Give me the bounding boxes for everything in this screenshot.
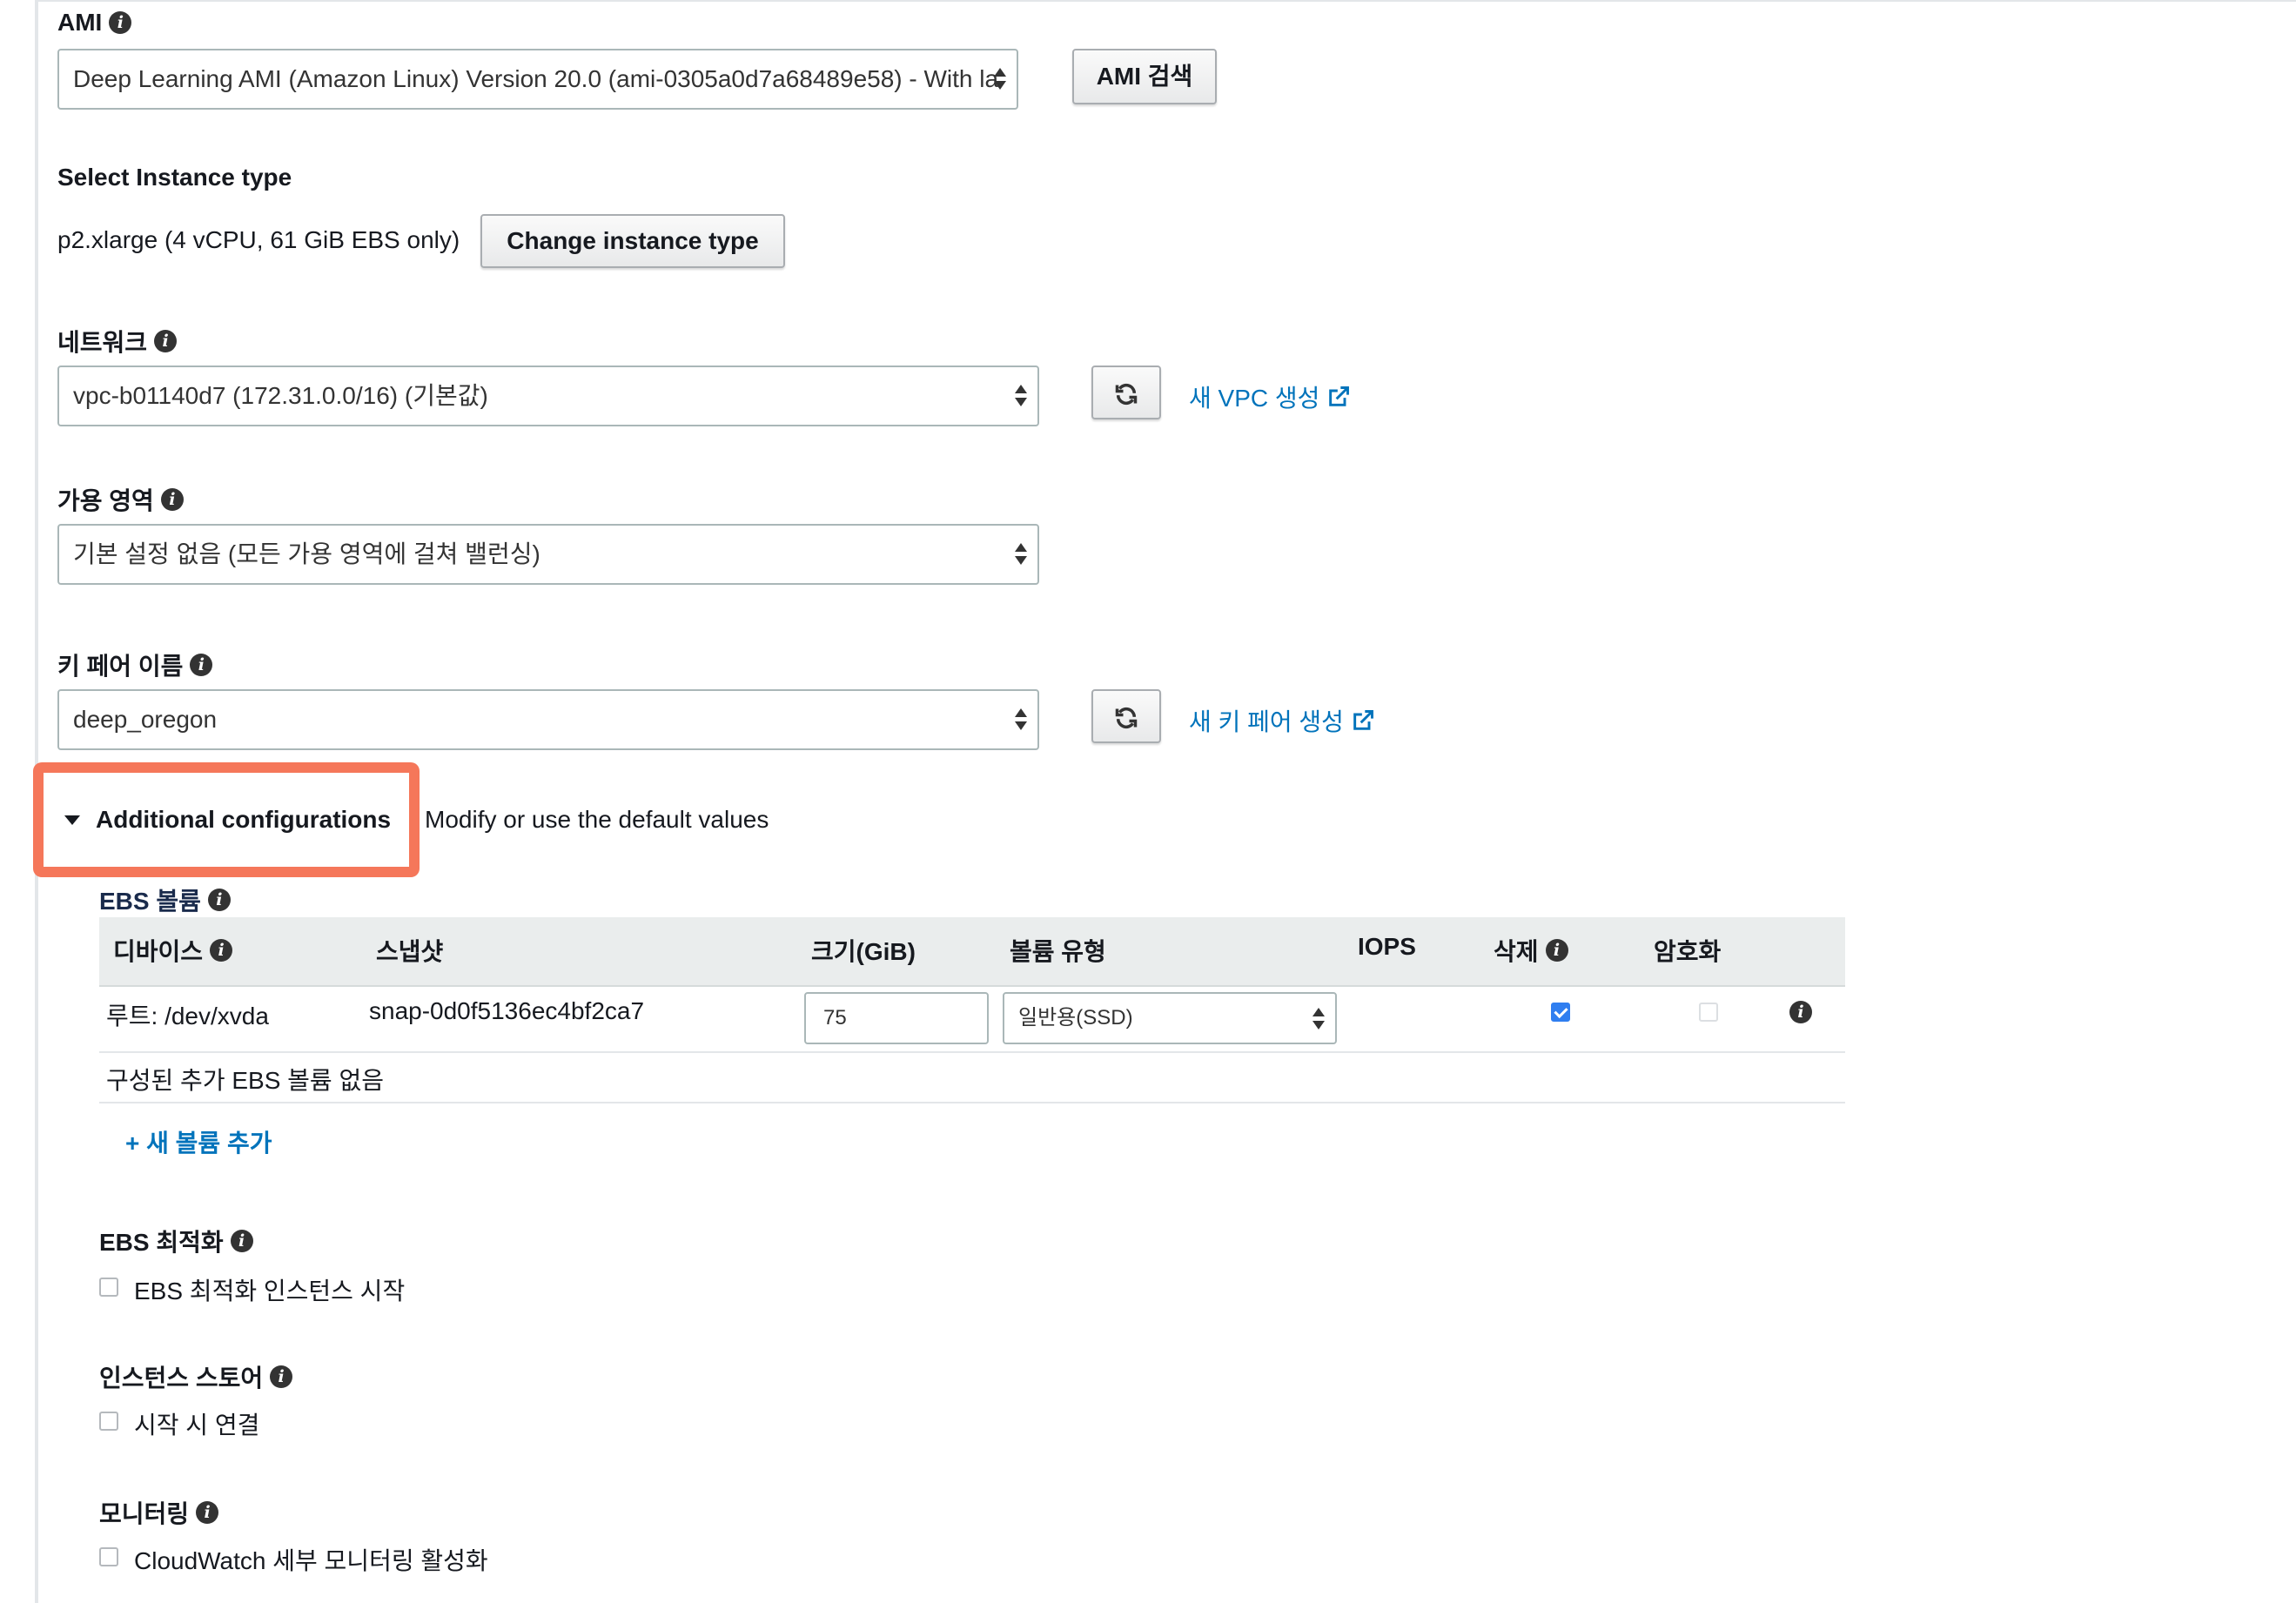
ebs-optimized-checkbox[interactable]: [99, 1278, 118, 1297]
ami-label: AMI i: [57, 9, 132, 37]
ebs-optimized-checkbox-label[interactable]: EBS 최적화 인스턴스 시작: [134, 1272, 405, 1307]
instance-type-label: Select Instance type: [57, 164, 292, 191]
key-pair-refresh-button[interactable]: [1091, 689, 1161, 743]
instance-store-checkbox[interactable]: [99, 1412, 118, 1431]
info-icon[interactable]: i: [270, 1365, 293, 1388]
volume-type-select[interactable]: 일반용(SSD): [1003, 992, 1337, 1044]
refresh-icon: [1115, 383, 1138, 405]
external-link-icon: [1353, 710, 1373, 730]
no-additional-volumes-text: 구성된 추가 EBS 볼륨 없음: [106, 1067, 384, 1094]
info-icon[interactable]: i: [154, 330, 178, 352]
additional-config-toggle[interactable]: Additional configurations: [64, 806, 391, 834]
info-icon[interactable]: i: [109, 11, 132, 34]
monitoring-checkbox[interactable]: [99, 1547, 118, 1566]
ebs-volumes-title: EBS 볼륨 i: [99, 882, 231, 917]
availability-zone-label: 가용 영역 i: [57, 482, 184, 517]
ebs-table-header: [99, 917, 1845, 987]
ami-search-button[interactable]: AMI 검색: [1072, 49, 1217, 104]
info-icon[interactable]: i: [230, 1230, 253, 1252]
encrypt-checkbox[interactable]: [1699, 1003, 1718, 1022]
col-device: 디바이스 i: [113, 933, 233, 968]
row-divider: [99, 1102, 1845, 1103]
select-arrows-icon: [1015, 383, 1027, 409]
monitoring-checkbox-label[interactable]: CloudWatch 세부 모니터링 활성화: [134, 1542, 488, 1577]
instance-store-checkbox-label[interactable]: 시작 시 연결: [134, 1406, 259, 1441]
info-icon[interactable]: i: [210, 939, 233, 962]
network-refresh-button[interactable]: [1091, 366, 1161, 419]
add-volume-link[interactable]: + 새 볼륨 추가: [125, 1124, 272, 1159]
col-iops: IOPS: [1358, 933, 1416, 960]
root-snapshot: snap-0d0f5136ec4bf2ca7: [369, 997, 645, 1024]
col-size: 크기(GiB): [811, 938, 916, 965]
create-key-pair-link[interactable]: 새 키 페어 생성: [1189, 703, 1375, 738]
root-device: 루트: /dev/xvda: [106, 1003, 269, 1030]
size-input[interactable]: 75: [804, 992, 989, 1044]
key-pair-label: 키 페어 이름 i: [57, 647, 213, 682]
change-instance-type-button[interactable]: Change instance type: [480, 214, 785, 268]
instance-store-label: 인스턴스 스토어 i: [99, 1359, 293, 1394]
info-icon[interactable]: i: [1545, 939, 1568, 962]
select-arrows-icon: [1015, 707, 1027, 733]
col-snapshot: 스냅샷: [376, 938, 444, 965]
ami-select[interactable]: Deep Learning AMI (Amazon Linux) Version…: [57, 49, 1018, 110]
row-divider: [99, 1051, 1845, 1053]
col-delete: 삭제 i: [1494, 933, 1568, 968]
select-arrows-icon: [1015, 541, 1027, 567]
additional-config-description: Modify or use the default values: [425, 806, 769, 833]
monitoring-label: 모니터링 i: [99, 1495, 219, 1530]
launch-config-page: AMI i Deep Learning AMI (Amazon Linux) V…: [0, 0, 2296, 1603]
network-label: 네트워크 i: [57, 324, 178, 359]
info-icon[interactable]: i: [207, 889, 231, 911]
col-encrypt: 암호화: [1654, 938, 1722, 965]
availability-zone-select[interactable]: 기본 설정 없음 (모든 가용 영역에 걸쳐 밸런싱): [57, 524, 1039, 585]
instance-type-value: p2.xlarge (4 vCPU, 61 GiB EBS only): [57, 226, 460, 253]
key-pair-select[interactable]: deep_oregon: [57, 689, 1039, 750]
select-arrows-icon: [1312, 1006, 1325, 1032]
caret-down-icon: [64, 815, 80, 825]
ebs-optimized-label: EBS 최적화 i: [99, 1224, 253, 1258]
external-link-icon: [1329, 386, 1350, 406]
select-arrows-icon: [994, 66, 1006, 92]
info-icon[interactable]: i: [190, 654, 213, 676]
col-volume-type: 볼륨 유형: [1010, 938, 1106, 965]
info-icon[interactable]: i: [1789, 1001, 1812, 1023]
create-vpc-link[interactable]: 새 VPC 생성: [1189, 379, 1351, 414]
info-icon[interactable]: i: [196, 1501, 219, 1524]
info-icon[interactable]: i: [160, 488, 184, 511]
refresh-icon: [1115, 707, 1138, 728]
network-select[interactable]: vpc-b01140d7 (172.31.0.0/16) (기본값): [57, 366, 1039, 426]
delete-on-termination-checkbox[interactable]: [1551, 1003, 1570, 1022]
top-divider: [38, 0, 2296, 2]
